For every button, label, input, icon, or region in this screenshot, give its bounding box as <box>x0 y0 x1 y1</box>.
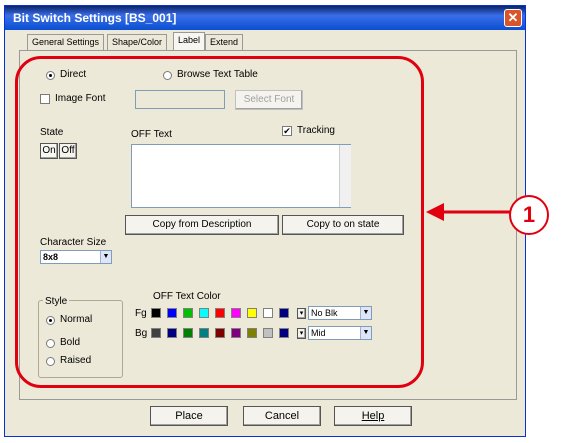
tab-label[interactable]: Label <box>173 32 206 51</box>
arrow-head <box>426 203 444 221</box>
tab-extend[interactable]: Extend <box>205 34 244 50</box>
tab-general-settings[interactable]: General Settings <box>27 34 105 50</box>
help-button[interactable]: Help <box>334 406 412 426</box>
title-bar: Bit Switch Settings [BS_001] <box>5 6 525 30</box>
annotation-highlight-frame <box>15 56 424 388</box>
place-button[interactable]: Place <box>150 406 228 426</box>
callout-number-badge: 1 <box>509 195 549 235</box>
close-button[interactable]: ✕ <box>504 9 522 27</box>
cancel-button[interactable]: Cancel <box>243 406 321 426</box>
annotation-arrow <box>426 203 510 221</box>
close-icon: ✕ <box>507 10 519 25</box>
window-title: Bit Switch Settings [BS_001] <box>13 11 177 25</box>
tab-shape-color[interactable]: Shape/Color <box>107 34 168 50</box>
